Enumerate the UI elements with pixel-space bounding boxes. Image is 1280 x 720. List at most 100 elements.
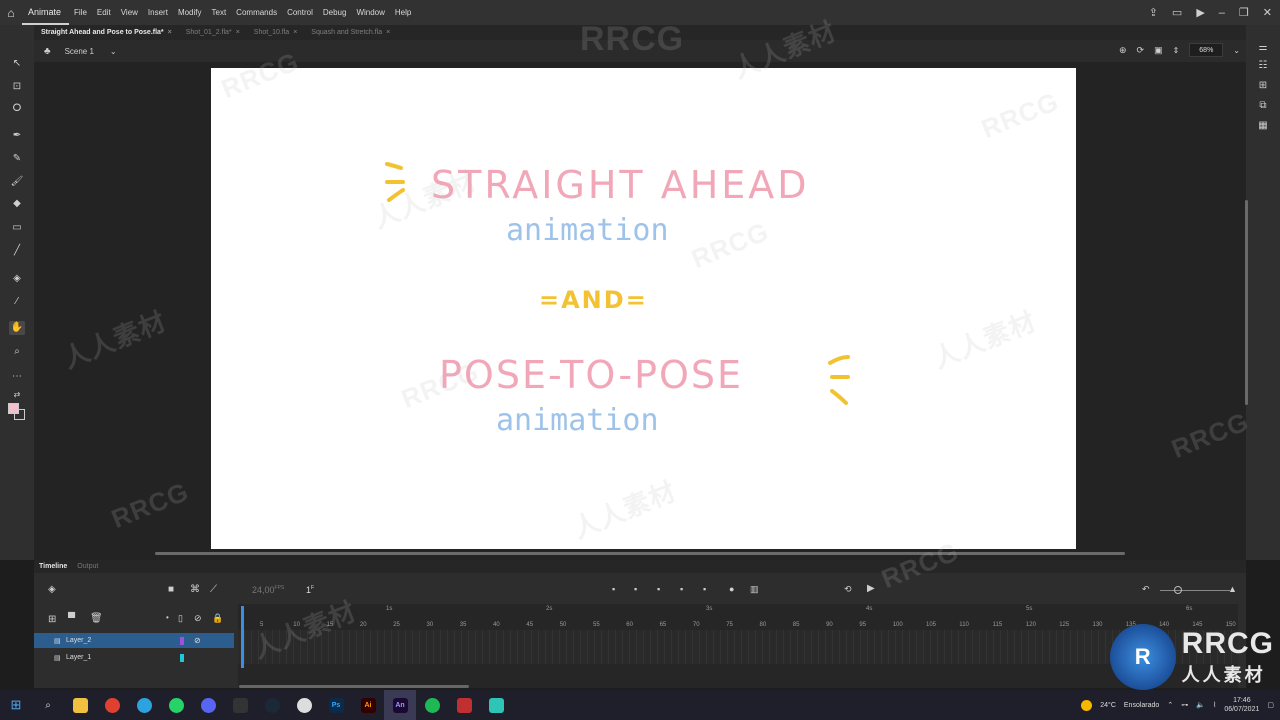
zoom-stepper-icon[interactable]: ⇕ bbox=[1173, 46, 1180, 55]
free-transform-icon[interactable]: ⊡ bbox=[9, 80, 25, 94]
spotify-icon[interactable] bbox=[416, 690, 448, 720]
telegram-icon[interactable] bbox=[128, 690, 160, 720]
wifi-icon[interactable]: ⌇ bbox=[1213, 701, 1216, 709]
maximize-icon[interactable]: ❐ bbox=[1239, 6, 1249, 19]
discord-icon[interactable] bbox=[192, 690, 224, 720]
layer-row-1[interactable]: ▤ Layer_1 bbox=[34, 650, 234, 665]
menu-commands[interactable]: Commands bbox=[231, 8, 282, 17]
clock[interactable]: 17:46 06/07/2021 bbox=[1224, 696, 1259, 714]
test-movie-icon[interactable]: ▶ bbox=[1196, 6, 1204, 19]
fps-display[interactable]: 24,00FPS bbox=[252, 585, 284, 595]
scene-name[interactable]: Scene 1 bbox=[65, 47, 94, 56]
menu-debug[interactable]: Debug bbox=[318, 8, 352, 17]
onion-skin-icon[interactable]: ● bbox=[729, 584, 734, 594]
pen-app-icon[interactable] bbox=[448, 690, 480, 720]
fit-frames-icon[interactable]: ▲ bbox=[1228, 584, 1237, 594]
obs-icon[interactable] bbox=[288, 690, 320, 720]
tab-shot-01[interactable]: Shot_01_2.fla* × bbox=[179, 29, 247, 36]
timeline-scrollbar[interactable] bbox=[239, 685, 469, 688]
layers-icon[interactable]: ◈ bbox=[48, 584, 56, 595]
vertical-scrollbar[interactable] bbox=[1245, 200, 1248, 405]
new-folder-icon[interactable]: ▀ bbox=[68, 613, 75, 624]
more-tools-icon[interactable]: ⋯ bbox=[9, 370, 25, 384]
app-icon[interactable] bbox=[480, 690, 512, 720]
parenting-icon[interactable]: ⌘ bbox=[190, 584, 200, 595]
menu-help[interactable]: Help bbox=[390, 8, 416, 17]
home-icon[interactable]: ⌂ bbox=[0, 0, 22, 25]
tab-straight-ahead[interactable]: Straight Ahead and Pose to Pose.fla* × bbox=[34, 29, 179, 36]
illustrator-icon[interactable]: Ai bbox=[352, 690, 384, 720]
clip-stage-icon[interactable]: ▣ bbox=[1154, 45, 1163, 56]
undo-zoom-icon[interactable]: ↶ bbox=[1142, 584, 1150, 595]
zoom-icon[interactable]: ⌕ bbox=[9, 345, 25, 359]
visibility-icon[interactable]: ⊘ bbox=[194, 613, 202, 624]
tab-squash-stretch[interactable]: Squash and Stretch.fla × bbox=[304, 29, 397, 36]
keyframe-icon[interactable]: ▪ bbox=[634, 584, 637, 594]
tab-shot-10[interactable]: Shot_10.fla × bbox=[247, 29, 305, 36]
play-icon[interactable]: ▶ bbox=[867, 583, 875, 594]
color-icon[interactable]: ▦ bbox=[1255, 119, 1271, 133]
steam-icon[interactable] bbox=[256, 690, 288, 720]
assets-icon[interactable]: ⧉ bbox=[1255, 99, 1271, 113]
hidden-icon[interactable]: ⊘ bbox=[194, 636, 201, 645]
app-name[interactable]: Animate bbox=[22, 0, 70, 25]
chevron-down-icon[interactable]: ⌄ bbox=[110, 47, 117, 56]
hand-icon[interactable]: ✋ bbox=[9, 321, 25, 335]
close-tab-icon[interactable]: × bbox=[168, 29, 172, 36]
network-icon[interactable]: ⊶ bbox=[1181, 701, 1188, 709]
graph-icon[interactable]: ⟋ bbox=[210, 584, 217, 595]
new-layer-icon[interactable]: ⊞ bbox=[48, 614, 56, 625]
align-icon[interactable]: ⊞ bbox=[1255, 79, 1271, 93]
menu-view[interactable]: View bbox=[116, 8, 143, 17]
menu-modify[interactable]: Modify bbox=[173, 8, 207, 17]
weather-temp[interactable]: 24°C bbox=[1100, 702, 1116, 709]
epic-games-icon[interactable] bbox=[224, 690, 256, 720]
weather-desc[interactable]: Ensolarado bbox=[1124, 702, 1159, 709]
menu-insert[interactable]: Insert bbox=[143, 8, 173, 17]
notifications-icon[interactable]: ▢ bbox=[1267, 701, 1274, 709]
paint-bucket-icon[interactable]: ◈ bbox=[9, 272, 25, 286]
chevron-up-icon[interactable]: ⌃ bbox=[1167, 701, 1173, 709]
tab-output[interactable]: Output bbox=[72, 563, 103, 570]
menu-text[interactable]: Text bbox=[207, 8, 232, 17]
outline-icon[interactable]: ▯ bbox=[178, 613, 183, 624]
library-icon[interactable]: ☷ bbox=[1255, 59, 1271, 73]
zoom-field[interactable]: 68% bbox=[1189, 43, 1224, 57]
photoshop-icon[interactable]: Ps bbox=[320, 690, 352, 720]
file-explorer-icon[interactable] bbox=[64, 690, 96, 720]
delete-frame-icon[interactable]: ▪ bbox=[703, 584, 706, 594]
eraser-icon[interactable]: ◆ bbox=[9, 197, 25, 211]
brush-icon[interactable]: ✎ bbox=[9, 152, 25, 166]
playhead[interactable] bbox=[241, 606, 244, 668]
frame-grid[interactable]: 5 10 15 20 25 30 35 40 45 50 55 60 65 70 75 80 85 90 95 100… bbox=[238, 604, 1238, 688]
close-icon[interactable]: ✕ bbox=[1263, 6, 1272, 19]
menu-file[interactable]: File bbox=[69, 8, 92, 17]
center-stage-icon[interactable]: ⊕ bbox=[1119, 45, 1127, 56]
pen-icon[interactable]: ✒ bbox=[9, 129, 25, 143]
selection-tool-icon[interactable]: ↖ bbox=[9, 57, 25, 71]
highlight-dot-icon[interactable]: • bbox=[166, 613, 169, 622]
close-tab-icon[interactable]: × bbox=[386, 29, 390, 36]
zoom-slider-thumb[interactable] bbox=[1174, 586, 1182, 594]
minimize-icon[interactable]: – bbox=[1219, 7, 1225, 19]
insert-frame-icon[interactable]: ▪ bbox=[680, 584, 683, 594]
camera-icon[interactable]: ■ bbox=[168, 584, 174, 595]
trash-icon[interactable]: 🗑 bbox=[90, 613, 103, 624]
frame-display[interactable]: 1F bbox=[306, 585, 314, 595]
eyedropper-icon[interactable]: ⁄ bbox=[9, 295, 25, 309]
lock-icon[interactable]: 🔒 bbox=[212, 613, 223, 624]
menu-edit[interactable]: Edit bbox=[92, 8, 116, 17]
edit-multiple-icon[interactable]: ▥ bbox=[750, 584, 759, 595]
swap-colors-icon[interactable]: ⇄ bbox=[9, 388, 25, 402]
animate-icon[interactable]: An bbox=[384, 690, 416, 720]
chrome-icon[interactable] bbox=[96, 690, 128, 720]
menu-control[interactable]: Control bbox=[282, 8, 318, 17]
line-icon[interactable]: ╱ bbox=[9, 244, 25, 258]
stroke-color-swatch[interactable] bbox=[14, 409, 25, 420]
whatsapp-icon[interactable] bbox=[160, 690, 192, 720]
stage-canvas[interactable]: STRAIGHT AHEAD animation =AND= POSE-TO-P… bbox=[211, 68, 1076, 549]
properties-icon[interactable]: ⚌ bbox=[1255, 41, 1271, 55]
blank-keyframe-icon[interactable]: ▪ bbox=[657, 584, 660, 594]
close-tab-icon[interactable]: × bbox=[236, 29, 240, 36]
zoom-slider-track[interactable] bbox=[1160, 590, 1230, 591]
